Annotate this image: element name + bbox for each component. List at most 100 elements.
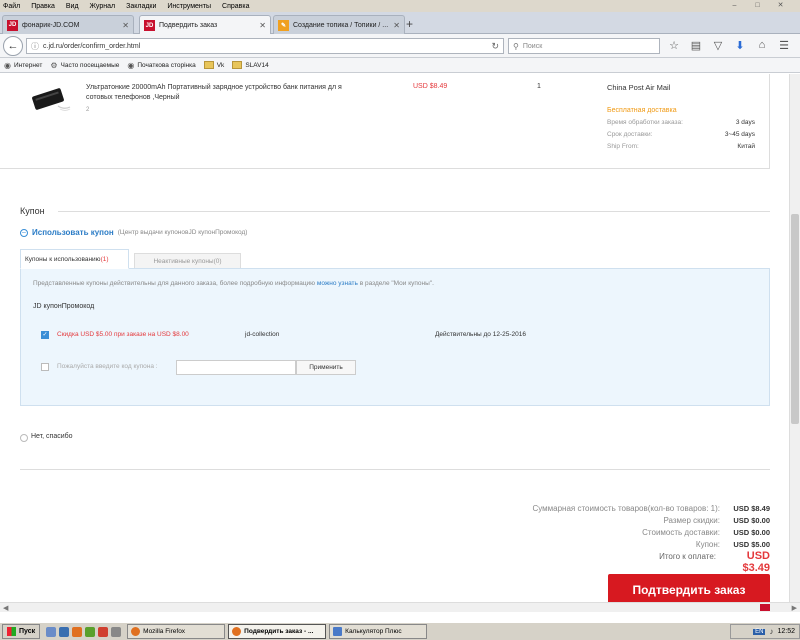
- coupon-code-label: Пожалуйста введите код купона :: [57, 363, 158, 370]
- coupon-code-input[interactable]: [176, 360, 296, 375]
- search-input[interactable]: ⚲ Поиск: [508, 38, 660, 54]
- tab-inactive-coupons[interactable]: Неактивные купоны(0): [134, 253, 241, 269]
- close-tab-icon[interactable]: ✕: [259, 21, 266, 30]
- coupon-validity: Действительны до 12-25-2016: [435, 331, 526, 338]
- bookmark-label: Часто посещаемые: [60, 61, 120, 69]
- start-button[interactable]: Пуск: [2, 624, 41, 639]
- taskbar-calculator[interactable]: Калькулятор Плюс: [329, 624, 428, 639]
- app-icon[interactable]: [111, 626, 122, 637]
- apply-button[interactable]: Применить: [296, 360, 356, 375]
- gear-icon: ⚙: [50, 60, 58, 70]
- firefox-icon: [131, 627, 141, 636]
- shipping-row-label: Срок доставки:: [607, 131, 653, 138]
- menu-view[interactable]: Вид: [66, 3, 79, 10]
- speaker-icon[interactable]: ♪: [769, 627, 773, 636]
- minimize-icon[interactable]: –: [730, 1, 739, 10]
- explorer-icon[interactable]: [59, 626, 70, 637]
- coupon-checkbox[interactable]: ✓: [41, 331, 49, 339]
- app-icon[interactable]: [85, 626, 96, 637]
- jd-favicon-icon: JD: [7, 19, 18, 31]
- use-coupon-toggle[interactable]: – Использовать купон (Центр выдачи купон…: [20, 228, 247, 237]
- scroll-left-icon[interactable]: ◀: [3, 604, 8, 612]
- menu-bookmarks[interactable]: Закладки: [126, 3, 156, 10]
- bookmark-slav14[interactable]: SLAV14: [232, 61, 269, 69]
- jd-coupon-label: JD купонПромокод: [33, 303, 95, 310]
- reload-icon[interactable]: ↻: [491, 41, 499, 52]
- total-label: Итого к оплате:: [659, 552, 716, 561]
- tab-bar: JD фонарик-JD.COM ✕ JD Подвердить заказ …: [0, 12, 800, 35]
- new-tab-icon[interactable]: +: [406, 17, 413, 31]
- pencil-icon: ✎: [278, 19, 289, 31]
- coupon-info: Представленные купоны действительны для …: [33, 280, 434, 287]
- star-icon[interactable]: ☆: [668, 39, 680, 52]
- summary-value: USD $8.49: [733, 504, 770, 513]
- pocket-icon[interactable]: ▽: [712, 39, 724, 52]
- menu-file[interactable]: Файл: [3, 3, 20, 10]
- shipping-method: China Post Air Mail: [607, 83, 671, 92]
- product-image: [32, 88, 71, 111]
- shipping-processing-time: Время обработки заказа: 3 days: [607, 119, 755, 126]
- horizontal-scrollbar[interactable]: ◀ ▶: [0, 602, 800, 612]
- menu-edit[interactable]: Правка: [31, 3, 55, 10]
- close-window-icon[interactable]: ✕: [776, 1, 785, 10]
- summary-label: Суммарная стоимость товаров(кол-во товар…: [532, 504, 720, 513]
- product-price: USD $8.49: [413, 83, 448, 90]
- close-tab-icon[interactable]: ✕: [122, 21, 129, 30]
- scroll-right-icon[interactable]: ▶: [792, 604, 797, 612]
- bookmark-most-visited[interactable]: ⚙ Часто посещаемые: [50, 61, 119, 70]
- bookmark-internet[interactable]: ◉ Интернет: [4, 61, 42, 70]
- learn-more-link[interactable]: можно узнать: [317, 280, 358, 287]
- firefox-icon[interactable]: [72, 626, 83, 637]
- close-tab-icon[interactable]: ✕: [393, 21, 400, 30]
- clock: 12:52: [777, 628, 795, 635]
- tab-confirm-order[interactable]: JD Подвердить заказ ✕: [139, 15, 271, 35]
- collapse-icon[interactable]: –: [20, 228, 28, 237]
- summary-discount: Размер скидки: USD $0.00: [663, 516, 770, 525]
- maximize-icon[interactable]: □: [753, 1, 762, 10]
- product-name[interactable]: Ультратонкие 20000mAh Портативный зарядн…: [86, 83, 370, 103]
- desktop-icon[interactable]: [46, 626, 57, 637]
- bookmark-vk[interactable]: Vk: [203, 61, 225, 69]
- bookmark-label: Интернет: [13, 61, 43, 69]
- language-indicator[interactable]: EN: [753, 628, 766, 635]
- shipping-row-value: 3 days: [735, 119, 755, 126]
- menu-tools[interactable]: Инструменты: [167, 3, 211, 10]
- bookmark-start-page[interactable]: ◉ Початкова сторінка: [127, 61, 195, 70]
- home-icon[interactable]: ⌂: [756, 39, 768, 52]
- divider: [0, 168, 770, 169]
- folder-icon: [203, 61, 214, 69]
- no-thanks-radio[interactable]: [20, 434, 28, 442]
- toolbar-icons: ☆ ▤ ▽ ⬇ ⌂ ☰: [668, 39, 790, 52]
- address-bar[interactable]: ⓘ c.jd.ru/order/confirm_order.html ↻: [26, 38, 504, 54]
- no-thanks-label[interactable]: Нет, спасибо: [31, 433, 73, 440]
- menu-icon[interactable]: ☰: [778, 39, 790, 52]
- summary-label: Стоимость доставки:: [642, 528, 720, 537]
- chrome-icon[interactable]: [98, 626, 109, 637]
- tab-flashlight-jd[interactable]: JD фонарик-JD.COM ✕: [2, 15, 134, 34]
- tab-create-topic[interactable]: ✎ Создание топика / Топики / ... ✕: [273, 15, 405, 34]
- menu-bar: Файл Правка Вид Журнал Закладки Инструме…: [0, 0, 800, 12]
- download-icon[interactable]: ⬇: [734, 39, 746, 52]
- shipping-from: Ship From: Китай: [607, 143, 755, 150]
- taskbar-confirm-order[interactable]: Подвердить заказ - ...: [228, 624, 327, 639]
- bookmark-label: Vk: [216, 61, 225, 69]
- taskbar-firefox[interactable]: Mozilla Firefox: [127, 624, 226, 639]
- navigation-bar: ← ⓘ c.jd.ru/order/confirm_order.html ↻ ⚲…: [0, 34, 800, 58]
- vertical-scrollbar[interactable]: [789, 74, 800, 602]
- menu-help[interactable]: Справка: [222, 3, 249, 10]
- menu-history[interactable]: Журнал: [90, 3, 116, 10]
- scrollbar-thumb[interactable]: [791, 214, 799, 424]
- tab-available-coupons[interactable]: Купоны к использованию (1): [20, 249, 129, 269]
- summary-value: USD $0.00: [733, 516, 770, 525]
- info-icon[interactable]: ⓘ: [31, 41, 39, 52]
- divider: [58, 211, 770, 212]
- coupon-info-text: в разделе "Мои купоны".: [357, 280, 434, 287]
- clipboard-icon[interactable]: ▤: [690, 39, 702, 52]
- tab-label: Создание топика / Топики / ...: [293, 21, 389, 29]
- back-button[interactable]: ←: [3, 36, 23, 56]
- use-coupon-label[interactable]: Использовать купон: [32, 228, 114, 237]
- divider: [769, 74, 770, 168]
- code-checkbox[interactable]: [41, 363, 49, 371]
- taskbar-label: Mozilla Firefox: [143, 628, 186, 635]
- confirm-order-button[interactable]: Подтвердить заказ: [608, 574, 770, 602]
